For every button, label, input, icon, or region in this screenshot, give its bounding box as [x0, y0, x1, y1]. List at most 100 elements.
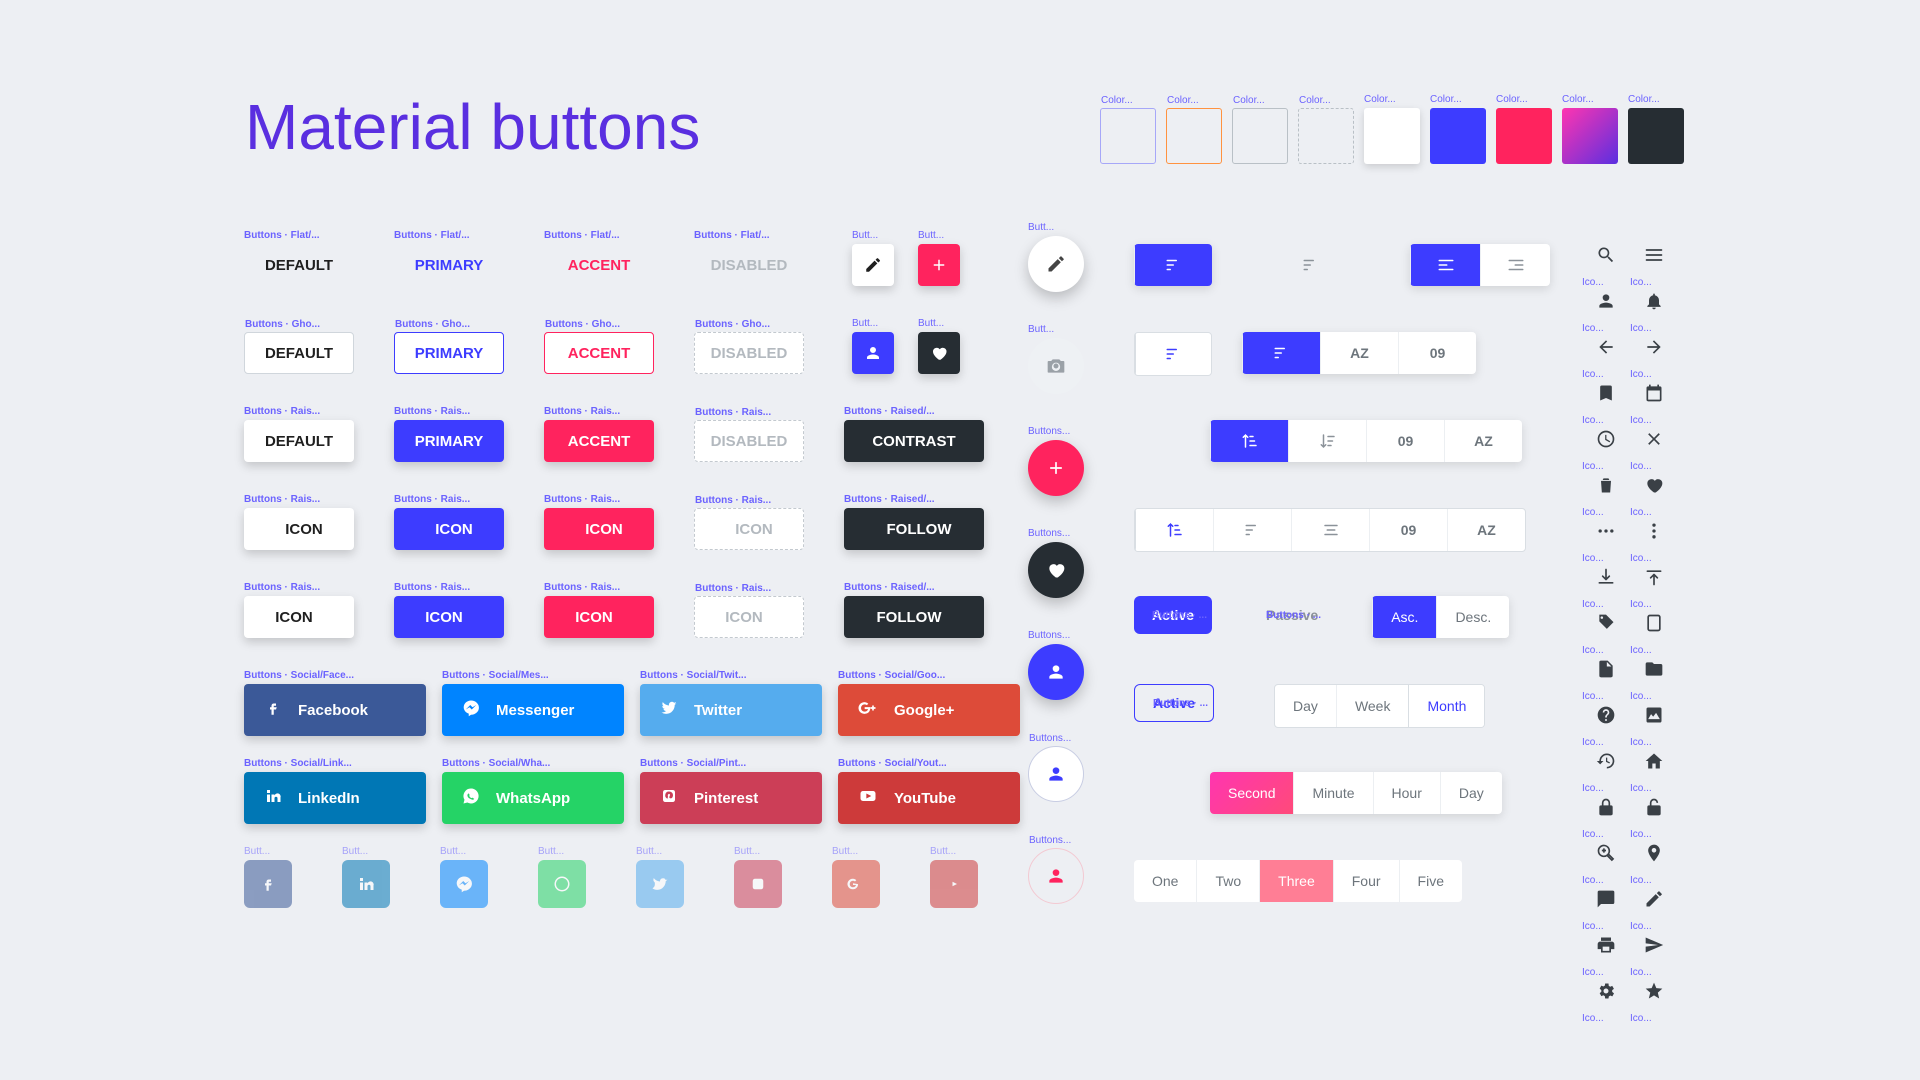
clock-icon[interactable]: Ico... [1586, 416, 1626, 462]
filter-align-left[interactable] [1410, 244, 1480, 286]
filter-line-desc[interactable] [1288, 420, 1366, 462]
filter-align-center[interactable] [1291, 509, 1369, 551]
icon-add-button[interactable]: Butt... [918, 244, 960, 286]
social-google[interactable]: Buttons · Social/Goo... Google+ [838, 684, 1020, 736]
filter-single-primary[interactable]: Buttons · ... [1134, 244, 1212, 286]
raised-default-button[interactable]: Buttons · Rais...DEFAULT [244, 420, 354, 462]
star-icon[interactable]: Ico... [1634, 968, 1674, 1014]
social-youtube[interactable]: Buttons · Social/Yout... YouTube [838, 772, 1020, 824]
filter-line-asc[interactable] [1135, 509, 1213, 551]
fab-edit[interactable]: Butt... [1028, 236, 1084, 292]
lock-icon[interactable]: Ico... [1586, 784, 1626, 830]
raised-contrast-follow-button[interactable]: Buttons · Raised/... FOLLOW [844, 508, 984, 550]
swatch-outline-primary[interactable]: Color... [1100, 108, 1156, 164]
more-horizontal-icon[interactable]: Ico... [1586, 508, 1626, 554]
pill-active-outline[interactable]: Buttons · ...Active [1134, 684, 1214, 722]
segment-one[interactable]: One [1134, 860, 1196, 902]
social-whatsapp[interactable]: Buttons · Social/Wha... WhatsApp [442, 772, 624, 824]
segment-desc[interactable]: Desc. [1436, 596, 1509, 638]
lock-open-icon[interactable]: Ico... [1634, 784, 1674, 830]
icon-heart-button[interactable]: Butt... [918, 332, 960, 374]
fab-person-accent-outline[interactable]: Buttons... [1028, 848, 1084, 904]
segment-week[interactable]: Week [1336, 685, 1409, 727]
social-square-youtube[interactable]: Butt... [930, 860, 978, 908]
filter-line-asc[interactable] [1210, 420, 1288, 462]
fab-add[interactable]: Buttons... [1028, 440, 1084, 496]
tablet-icon[interactable]: Ico... [1634, 600, 1674, 646]
swatch-outline-accent[interactable]: Color... [1166, 108, 1222, 164]
segment-day[interactable]: Day [1440, 772, 1502, 814]
icon-edit-button[interactable]: Butt... [852, 244, 894, 286]
raised-contrast-button[interactable]: Buttons · Raised/...CONTRAST [844, 420, 984, 462]
raised-default-icon-button[interactable]: Buttons · Rais... ICON [244, 508, 354, 550]
ghost-accent-button[interactable]: Buttons · Gho...ACCENT [544, 332, 654, 374]
raised-primary-button[interactable]: Buttons · Rais...PRIMARY [394, 420, 504, 462]
fab-person[interactable]: Buttons... [1028, 644, 1084, 700]
send-icon[interactable]: Ico... [1634, 922, 1674, 968]
social-square-messenger[interactable]: Butt... [440, 860, 488, 908]
raised-default-icon-right-button[interactable]: Buttons · Rais...ICON [244, 596, 354, 638]
settings-icon[interactable]: Ico... [1586, 968, 1626, 1014]
download-icon[interactable]: Ico... [1586, 554, 1626, 600]
filter-sort-short[interactable] [1213, 509, 1291, 551]
help-icon[interactable]: Ico... [1586, 692, 1626, 738]
segment-five[interactable]: Five [1399, 860, 1462, 902]
chat-icon[interactable]: Ico... [1586, 876, 1626, 922]
flat-accent-button[interactable]: Buttons · Flat/...ACCENT [544, 244, 654, 286]
close-icon[interactable]: Ico... [1634, 416, 1674, 462]
filter-single-flat[interactable]: Buttons · ... [1272, 244, 1350, 286]
edit-icon[interactable]: Ico... [1634, 876, 1674, 922]
filter-sort-09[interactable]: 09 [1398, 332, 1476, 374]
trash-icon[interactable]: Ico... [1586, 462, 1626, 508]
ghost-default-button[interactable]: Buttons · Gho...DEFAULT [244, 332, 354, 374]
ghost-primary-button[interactable]: Buttons · Gho...PRIMARY [394, 332, 504, 374]
zoom-in-icon[interactable]: Ico... [1586, 830, 1626, 876]
upload-icon[interactable]: Ico... [1634, 554, 1674, 600]
raised-accent-button[interactable]: Buttons · Rais...ACCENT [544, 420, 654, 462]
pill-passive[interactable]: Buttons · ...Passive [1248, 596, 1336, 634]
social-square-whatsapp[interactable]: Butt... [538, 860, 586, 908]
swatch-gradient[interactable]: Color... [1562, 108, 1618, 164]
filter-sort-az[interactable]: AZ [1447, 509, 1525, 551]
fab-person-outline[interactable]: Buttons... [1028, 746, 1084, 802]
raised-contrast-follow-right-button[interactable]: Buttons · Raised/...FOLLOW [844, 596, 984, 638]
location-icon[interactable]: Ico... [1634, 830, 1674, 876]
segment-three[interactable]: Three [1259, 860, 1333, 902]
filter-sort-az[interactable]: AZ [1320, 332, 1398, 374]
flat-default-button[interactable]: Buttons · Flat/...DEFAULT [244, 244, 354, 286]
social-square-pinterest[interactable]: Butt... [734, 860, 782, 908]
segment-hour[interactable]: Hour [1373, 772, 1440, 814]
folder-icon[interactable]: Ico... [1634, 646, 1674, 692]
filter-single-outline[interactable]: Buttons · ... [1134, 332, 1212, 376]
social-square-google[interactable]: Butt... [832, 860, 880, 908]
raised-accent-icon-button[interactable]: Buttons · Rais... ICON [544, 508, 654, 550]
swatch-dashed[interactable]: Color... [1298, 108, 1354, 164]
raised-primary-icon-right-button[interactable]: Buttons · Rais...ICON [394, 596, 504, 638]
segment-day[interactable]: Day [1275, 685, 1336, 727]
segment-asc[interactable]: Asc. [1372, 596, 1436, 638]
tag-icon[interactable]: Ico... [1586, 600, 1626, 646]
history-icon[interactable]: Ico... [1586, 738, 1626, 784]
raised-accent-icon-right-button[interactable]: Buttons · Rais...ICON [544, 596, 654, 638]
more-vertical-icon[interactable]: Ico... [1634, 508, 1674, 554]
social-facebook[interactable]: Buttons · Social/Face... Facebook [244, 684, 426, 736]
swatch-dark[interactable]: Color... [1628, 108, 1684, 164]
filter-sort-icon[interactable] [1134, 244, 1212, 286]
filter-sort-default[interactable] [1242, 332, 1320, 374]
social-linkedin[interactable]: Buttons · Social/Link... LinkedIn [244, 772, 426, 824]
menu-icon[interactable]: Ico... [1634, 232, 1674, 278]
filter-sort-az[interactable]: AZ [1444, 420, 1522, 462]
raised-primary-icon-button[interactable]: Buttons · Rais... ICON [394, 508, 504, 550]
pill-active[interactable]: Buttons · ...Active [1134, 596, 1212, 634]
filter-align-right[interactable] [1480, 244, 1550, 286]
filter-sort-icon[interactable] [1135, 333, 1211, 375]
social-square-linkedin[interactable]: Butt... [342, 860, 390, 908]
icon-person-button[interactable]: Butt... [852, 332, 894, 374]
segment-minute[interactable]: Minute [1293, 772, 1372, 814]
social-twitter[interactable]: Buttons · Social/Twit... Twitter [640, 684, 822, 736]
filter-sort-icon[interactable] [1272, 244, 1350, 286]
search-icon[interactable]: Ico... [1586, 232, 1626, 278]
social-square-facebook[interactable]: Butt... [244, 860, 292, 908]
flat-primary-button[interactable]: Buttons · Flat/...PRIMARY [394, 244, 504, 286]
segment-two[interactable]: Two [1196, 860, 1259, 902]
